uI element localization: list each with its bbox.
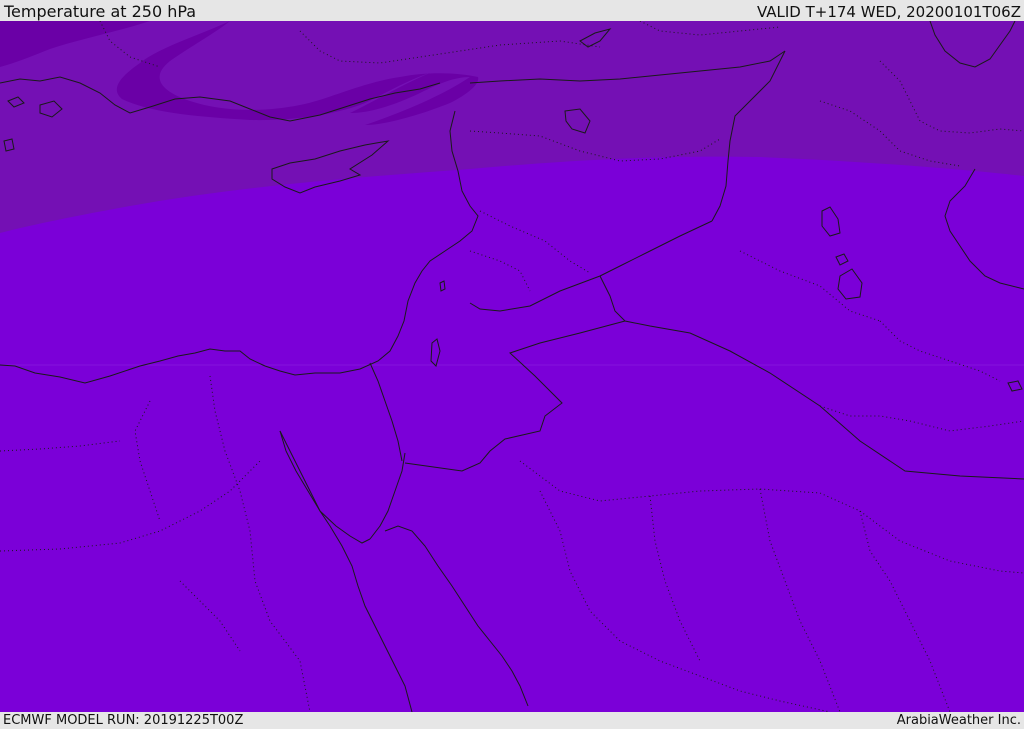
valid-time-label: VALID T+174 WED, 20200101T06Z	[756, 3, 1021, 21]
map-title: Temperature at 250 hPa	[4, 2, 197, 21]
brand-label: ArabiaWeather Inc.	[896, 713, 1021, 728]
header-bar: Temperature at 250 hPa VALID T+174 WED, …	[0, 0, 1024, 21]
weather-map[interactable]	[0, 21, 1024, 712]
map-canvas	[0, 21, 1024, 712]
model-run-label: ECMWF MODEL RUN: 20191225T00Z	[3, 713, 244, 728]
footer-bar: ECMWF MODEL RUN: 20191225T00Z ArabiaWeat…	[0, 712, 1024, 729]
